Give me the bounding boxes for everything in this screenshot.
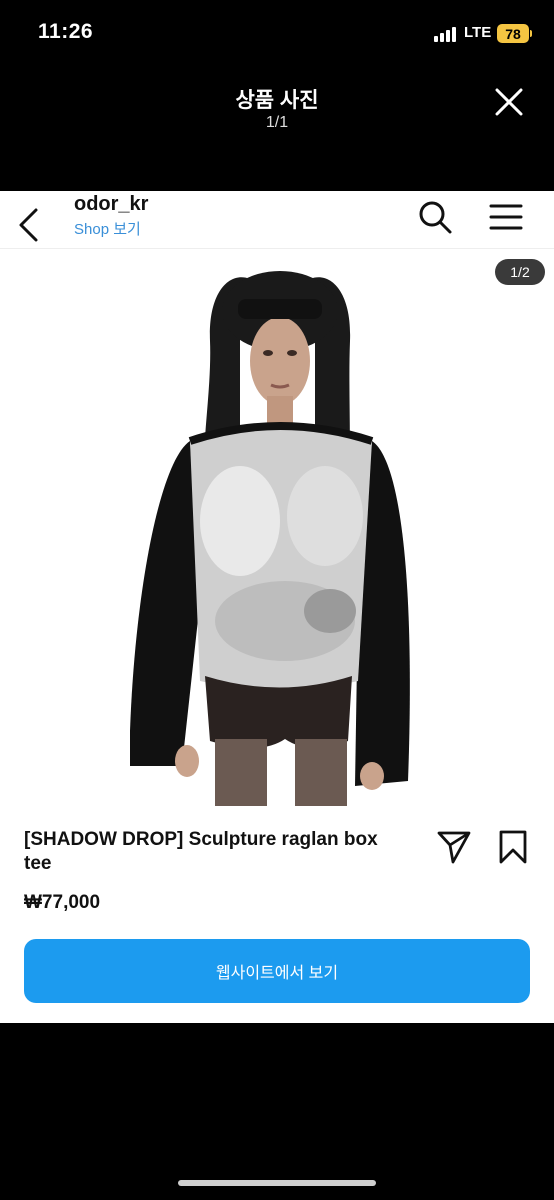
- share-icon: [437, 831, 471, 864]
- menu-button[interactable]: [488, 201, 524, 233]
- search-icon: [419, 201, 452, 234]
- network-label: LTE: [464, 24, 492, 41]
- menu-icon: [489, 204, 523, 230]
- viewer-title: 상품 사진: [235, 89, 319, 112]
- product-name: [SHADOW DROP] Sculpture raglan box tee: [24, 829, 378, 874]
- post-panel: odor_kr Shop 보기 1/2 [SHADOW DROP] Sculpt…: [0, 191, 554, 1023]
- image-counter-badge: 1/2: [495, 259, 545, 285]
- view-website-button[interactable]: 웹사이트에서 보기: [24, 939, 530, 1003]
- product-price: ₩77,000: [24, 892, 101, 913]
- share-button[interactable]: [436, 829, 472, 865]
- status-time: 11:26: [38, 20, 94, 43]
- viewer-page-indicator: 1/1: [265, 114, 289, 131]
- signal-icon: [434, 26, 456, 42]
- back-icon: [19, 208, 38, 242]
- battery-icon: 78: [497, 24, 529, 43]
- battery-tip: [530, 30, 532, 37]
- bookmark-button[interactable]: [497, 829, 529, 865]
- back-button[interactable]: [14, 207, 44, 243]
- shop-username[interactable]: odor_kr: [74, 193, 148, 216]
- search-button[interactable]: [417, 199, 453, 235]
- close-button[interactable]: [492, 85, 526, 119]
- bookmark-icon: [499, 830, 527, 864]
- home-indicator[interactable]: [178, 1180, 376, 1186]
- product-photo[interactable]: [90, 261, 470, 806]
- header-divider: [0, 248, 554, 249]
- close-icon: [495, 88, 523, 116]
- shop-link[interactable]: Shop 보기: [74, 218, 141, 239]
